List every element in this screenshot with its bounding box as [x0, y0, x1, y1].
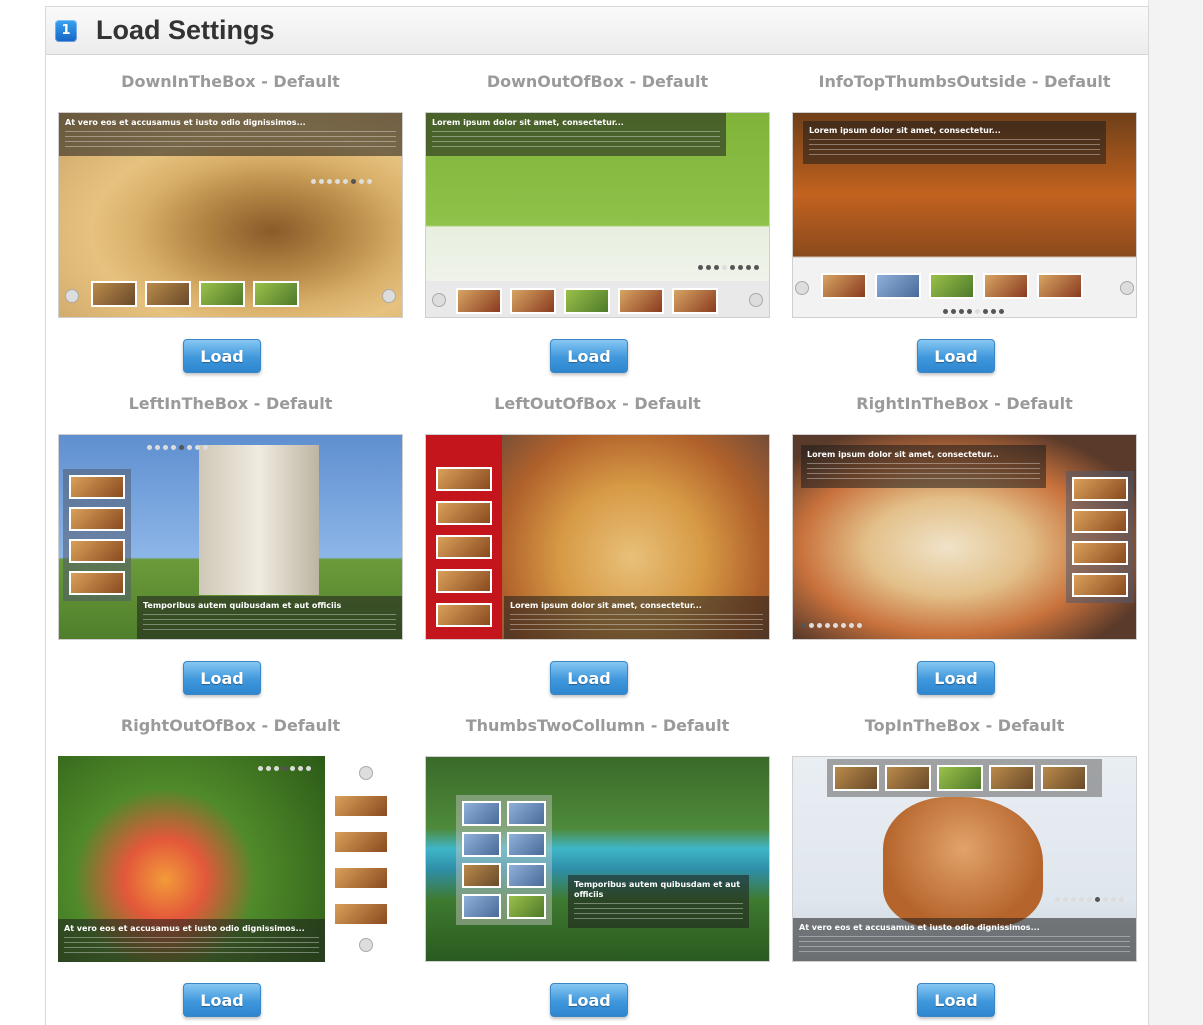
preset-preview-image: At vero eos et accusamus et iusto odio d…	[58, 756, 403, 962]
preview-caption-text: At vero eos et accusamus et iusto odio d…	[65, 118, 306, 127]
preset-title: LeftInTheBox - Default	[128, 394, 333, 413]
preset-preview-image: At vero eos et accusamus et iusto odio d…	[792, 756, 1137, 962]
preview-caption-text: At vero eos et accusamus et iusto odio d…	[64, 924, 305, 933]
preset-preview-image: Lorem ipsum dolor sit amet, consectetur.…	[425, 434, 770, 640]
prev-arrow-icon	[795, 281, 809, 295]
pager-dots	[311, 179, 372, 184]
preset-card: ThumbsTwoCollumn - Default Temporibus au…	[425, 713, 770, 1025]
preset-title: RightInTheBox - Default	[856, 394, 1073, 413]
preview-caption-text: Lorem ipsum dolor sit amet, consectetur.…	[809, 126, 1001, 135]
preview-caption-text: At vero eos et accusamus et iusto odio d…	[799, 923, 1040, 932]
preset-title: LeftOutOfBox - Default	[494, 394, 701, 413]
thumbnail-strip	[91, 281, 299, 307]
preview-caption: Lorem ipsum dolor sit amet, consectetur.…	[504, 596, 769, 639]
thumbnail-strip	[456, 288, 718, 314]
preview-caption-text: Temporibus autem quibusdam et aut offici…	[574, 880, 741, 899]
preview-caption-text: Lorem ipsum dolor sit amet, consectetur.…	[807, 450, 999, 459]
preset-card: RightOutOfBox - Default At vero eos et a…	[58, 713, 403, 1025]
preset-card: LeftInTheBox - Default Temporibus autem …	[58, 391, 403, 713]
step-number-badge: 1	[55, 19, 77, 42]
preview-caption: At vero eos et accusamus et iusto odio d…	[59, 113, 402, 156]
preset-card: InfoTopThumbsOutside - Default Lorem ips…	[792, 69, 1137, 391]
load-button[interactable]: Load	[550, 983, 628, 1017]
preset-title: RightOutOfBox - Default	[120, 716, 341, 735]
thumbnail-strip	[821, 273, 1083, 299]
pager-dots	[801, 623, 862, 628]
preview-caption-text: Lorem ipsum dolor sit amet, consectetur.…	[510, 601, 702, 610]
preset-card: LeftOutOfBox - Default Lorem ipsum dolor…	[425, 391, 770, 713]
thumbnail-strip	[833, 765, 1087, 791]
down-arrow-icon	[359, 938, 373, 952]
panel-title: Load Settings	[96, 15, 275, 45]
prev-arrow-icon	[65, 289, 79, 303]
load-button[interactable]: Load	[183, 339, 261, 373]
preview-caption: Lorem ipsum dolor sit amet, consectetur.…	[801, 445, 1046, 488]
preset-card: DownInTheBox - Default At vero eos et ac…	[58, 69, 403, 391]
preview-caption: Lorem ipsum dolor sit amet, consectetur.…	[803, 121, 1106, 164]
prev-arrow-icon	[432, 293, 446, 307]
preset-title: DownInTheBox - Default	[121, 72, 340, 91]
vertical-thumbnail-strip	[327, 788, 395, 932]
page-scroll-gutter	[1148, 0, 1203, 1025]
pager-dots	[698, 265, 759, 270]
load-button[interactable]: Load	[550, 661, 628, 695]
load-button[interactable]: Load	[183, 661, 261, 695]
preset-card: TopInTheBox - Default At vero eos et acc…	[792, 713, 1137, 1025]
preview-caption-text: Temporibus autem quibusdam et aut offici…	[143, 601, 342, 610]
next-arrow-icon	[382, 289, 396, 303]
load-button[interactable]: Load	[550, 339, 628, 373]
next-arrow-icon	[749, 293, 763, 307]
vertical-thumbnail-strip	[1066, 471, 1134, 603]
preview-caption: Temporibus autem quibusdam et aut offici…	[568, 875, 749, 928]
vertical-thumbnail-strip	[63, 469, 131, 601]
load-button[interactable]: Load	[917, 983, 995, 1017]
preset-grid: DownInTheBox - Default At vero eos et ac…	[58, 69, 1138, 1025]
preset-card: DownOutOfBox - Default Lorem ipsum dolor…	[425, 69, 770, 391]
pager-dots	[1055, 897, 1124, 902]
preset-preview-image: Temporibus autem quibusdam et aut offici…	[425, 756, 770, 962]
preset-preview-image: Lorem ipsum dolor sit amet, consectetur.…	[792, 434, 1137, 640]
preset-card: RightInTheBox - Default Lorem ipsum dolo…	[792, 391, 1137, 713]
preset-preview-image: Temporibus autem quibusdam et aut offici…	[58, 434, 403, 640]
preset-title: DownOutOfBox - Default	[486, 72, 709, 91]
preview-caption: At vero eos et accusamus et iusto odio d…	[793, 918, 1136, 961]
pager-dots	[147, 445, 208, 450]
panel-header: 1 Load Settings	[46, 7, 1148, 55]
preset-title: ThumbsTwoCollumn - Default	[465, 716, 730, 735]
preset-preview-image: Lorem ipsum dolor sit amet, consectetur.…	[792, 112, 1137, 318]
vertical-thumbnail-strip	[430, 461, 498, 633]
load-button[interactable]: Load	[183, 983, 261, 1017]
preview-caption: Temporibus autem quibusdam et aut offici…	[137, 596, 402, 639]
preview-caption: At vero eos et accusamus et iusto odio d…	[58, 919, 325, 962]
pager-dots	[258, 766, 311, 771]
puma-figure	[883, 797, 1043, 927]
preset-title: InfoTopThumbsOutside - Default	[818, 72, 1111, 91]
load-button[interactable]: Load	[917, 661, 995, 695]
preset-title: TopInTheBox - Default	[864, 716, 1065, 735]
load-settings-panel: 1 Load Settings DownInTheBox - Default A…	[45, 6, 1149, 1025]
load-button[interactable]: Load	[917, 339, 995, 373]
pager-dots	[943, 309, 1004, 314]
preview-caption-text: Lorem ipsum dolor sit amet, consectetur.…	[432, 118, 624, 127]
preview-caption: Lorem ipsum dolor sit amet, consectetur.…	[426, 113, 726, 156]
preset-preview-image: At vero eos et accusamus et iusto odio d…	[58, 112, 403, 318]
next-arrow-icon	[1120, 281, 1134, 295]
preset-preview-image: Lorem ipsum dolor sit amet, consectetur.…	[425, 112, 770, 318]
page: 1 Load Settings DownInTheBox - Default A…	[0, 0, 1203, 1025]
up-arrow-icon	[359, 766, 373, 780]
castle-tower	[199, 445, 319, 595]
two-column-thumbnails	[456, 795, 552, 925]
